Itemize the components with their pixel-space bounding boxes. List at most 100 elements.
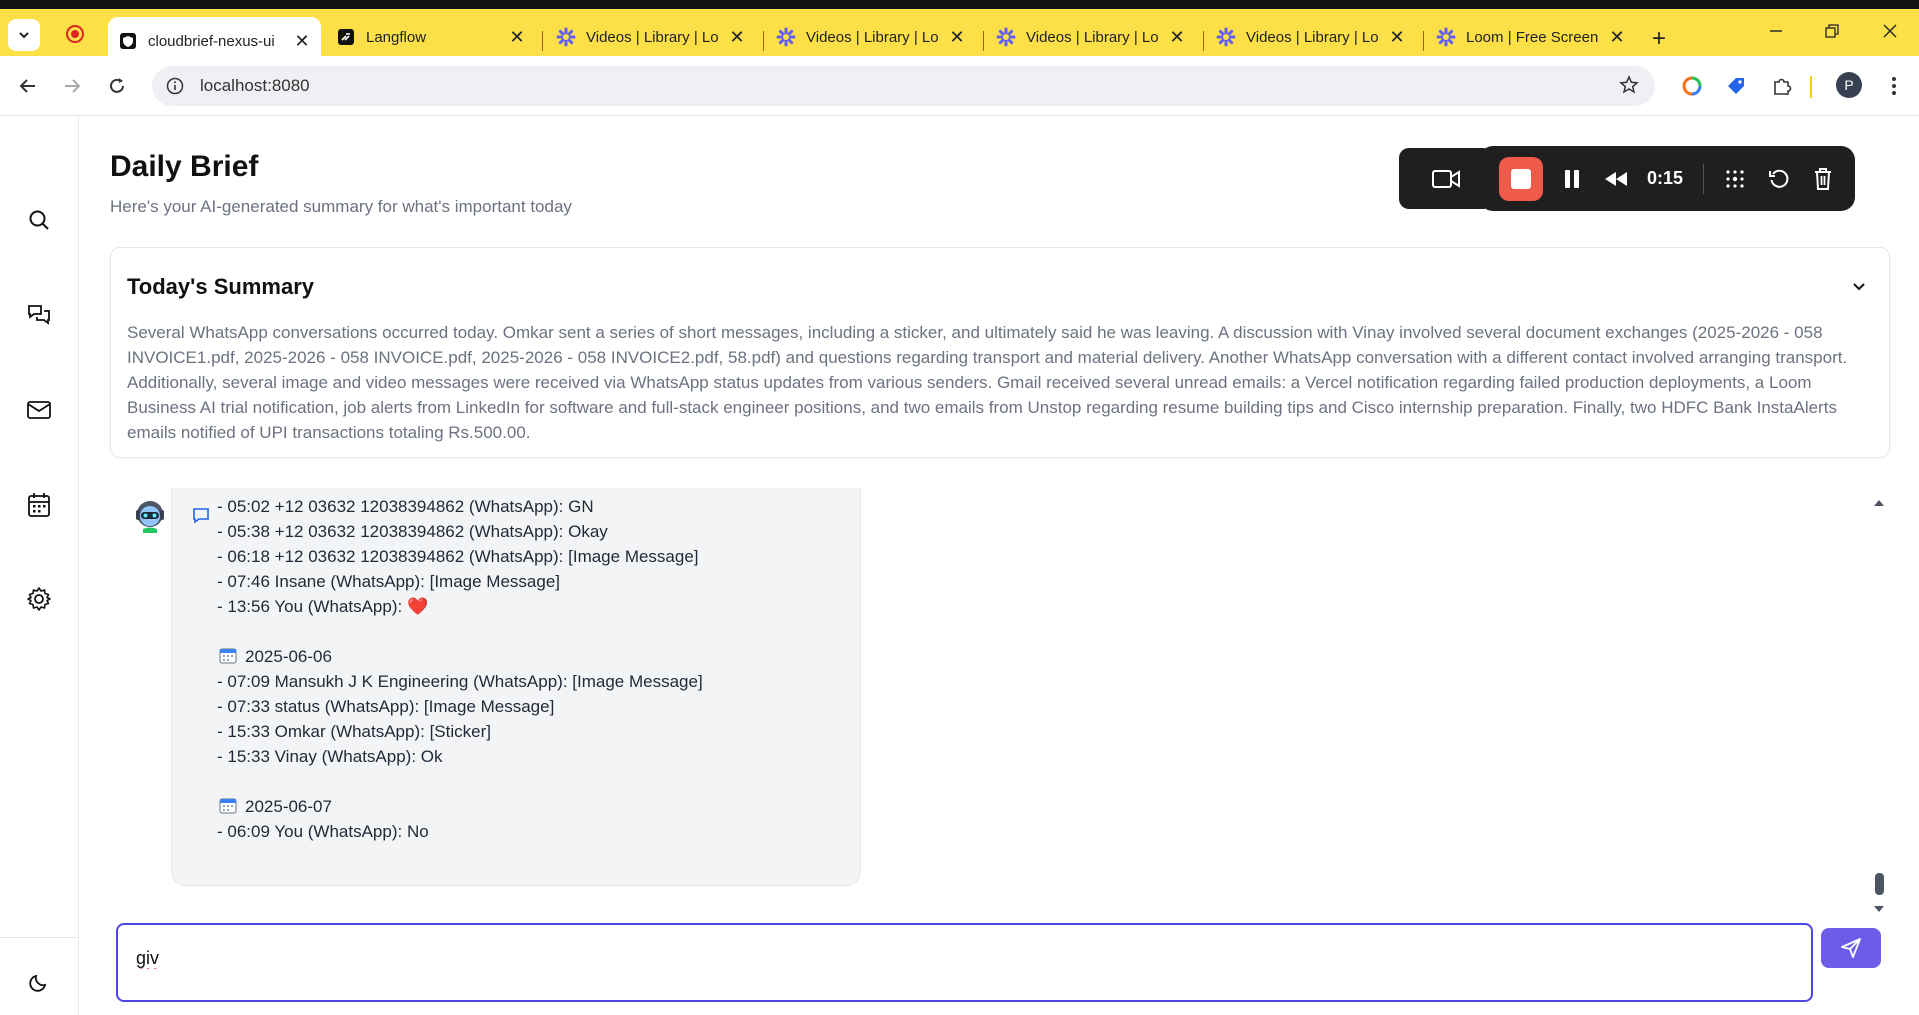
sidebar-chat-icon[interactable] <box>24 300 54 330</box>
assistant-message: - 05:02 +12 03632 12038394862 (WhatsApp)… <box>171 488 861 886</box>
close-icon[interactable]: ✕ <box>1168 27 1186 47</box>
tab-separator <box>1423 31 1424 51</box>
restart-button[interactable] <box>1764 164 1794 194</box>
scroll-down-arrow[interactable] <box>1872 902 1886 920</box>
loom-icon <box>776 27 796 47</box>
close-window-button[interactable] <box>1882 23 1898 44</box>
langflow-icon <box>336 27 356 47</box>
message-line: - 15:33 Vinay (WhatsApp): Ok <box>217 747 443 766</box>
sidebar-settings-gear-icon[interactable] <box>24 584 54 614</box>
message-line: - 06:18 +12 03632 12038394862 (WhatsApp)… <box>217 547 699 566</box>
rewind-icon <box>1605 171 1627 186</box>
message-line: - 05:02 +12 03632 12038394862 (WhatsApp)… <box>217 497 594 516</box>
tab-loom-3[interactable]: Videos | Library | Lo ✕ <box>986 17 1196 57</box>
pause-icon <box>1565 169 1579 188</box>
message-lines: - 05:02 +12 03632 12038394862 (WhatsApp)… <box>217 494 703 844</box>
scroll-up-arrow[interactable] <box>1872 494 1886 512</box>
chat-input[interactable] <box>136 943 1736 973</box>
restart-icon <box>1769 169 1789 188</box>
pause-button[interactable] <box>1557 164 1587 194</box>
message-line: - 05:38 +12 03632 12038394862 (WhatsApp)… <box>217 522 608 541</box>
send-button[interactable] <box>1821 928 1881 968</box>
tab-separator <box>1203 31 1204 51</box>
restore-button[interactable] <box>1824 23 1840 44</box>
recording-timer: 0:15 <box>1647 168 1684 188</box>
tab-separator <box>542 31 543 51</box>
close-icon[interactable]: ✕ <box>508 27 526 47</box>
reload-button[interactable] <box>103 72 131 100</box>
rewind-button[interactable] <box>1601 164 1631 194</box>
tab-langflow[interactable]: Langflow ✕ <box>326 17 536 57</box>
blur-button[interactable] <box>1720 164 1750 194</box>
toolbar-separator <box>1810 76 1812 98</box>
shield-icon <box>118 31 138 51</box>
close-icon[interactable]: ✕ <box>1388 27 1406 47</box>
loom-icon <box>1216 27 1236 47</box>
page-subtitle: Here's your AI-generated summary for wha… <box>110 197 572 216</box>
address-toolbar: localhost:8080 P <box>0 56 1919 116</box>
tab-loom-1[interactable]: Videos | Library | Lo ✕ <box>546 17 756 57</box>
restore-icon <box>1825 24 1839 38</box>
tab-title: Langflow <box>366 28 427 46</box>
date-heading: 2025-06-07 <box>217 794 703 819</box>
new-tab-button[interactable]: + <box>1652 27 1666 51</box>
tab-title: Videos | Library | Lo <box>1026 28 1159 46</box>
message-line: - 07:09 Mansukh J K Engineering (WhatsAp… <box>217 672 703 691</box>
bookmark-star-icon[interactable] <box>1619 75 1639 100</box>
app-sidebar <box>0 117 79 1015</box>
profile-avatar[interactable]: P <box>1836 72 1862 98</box>
tab-separator <box>983 31 984 51</box>
sidebar-mail-icon[interactable] <box>24 395 54 425</box>
tab-loom-2[interactable]: Videos | Library | Lo ✕ <box>766 17 976 57</box>
minimize-icon <box>1770 30 1782 32</box>
minimize-button[interactable] <box>1768 23 1784 44</box>
close-icon[interactable]: ✕ <box>1608 27 1626 47</box>
tab-search-button[interactable] <box>8 19 40 51</box>
close-icon[interactable]: ✕ <box>728 27 746 47</box>
sidebar-calendar-icon[interactable] <box>24 490 54 520</box>
reload-icon <box>110 78 124 93</box>
collapse-summary-button[interactable] <box>1851 278 1867 299</box>
tab-loom-5[interactable]: Loom | Free Screen ✕ <box>1426 17 1636 57</box>
url-text[interactable]: localhost:8080 <box>200 76 310 96</box>
arrow-right-icon <box>65 79 81 93</box>
calendar-emoji-icon <box>219 648 237 664</box>
tab-title: Videos | Library | Lo <box>586 28 719 46</box>
close-icon[interactable]: ✕ <box>293 31 311 51</box>
browser-tabbar: cloudbrief-nexus-ui ✕ Langflow ✕ Videos … <box>0 0 1919 65</box>
scrollbar-thumb[interactable] <box>1875 873 1884 895</box>
stop-recording-button[interactable] <box>1499 156 1543 201</box>
chevron-down-icon <box>19 32 29 39</box>
tab-title: Videos | Library | Lo <box>806 28 939 46</box>
date-heading: 2025-06-06 <box>217 644 703 669</box>
tag-extension-icon[interactable] <box>1724 74 1748 98</box>
tab-title: Videos | Library | Lo <box>1246 28 1379 46</box>
kebab-menu-icon[interactable] <box>1882 74 1906 98</box>
theme-toggle-moon-icon[interactable] <box>24 967 54 997</box>
color-extension-icon[interactable] <box>1680 74 1704 98</box>
message-line: - 06:09 You (WhatsApp): No <box>217 822 429 841</box>
date-text: 2025-06-07 <box>245 797 332 816</box>
address-bar[interactable]: localhost:8080 <box>152 66 1655 106</box>
summary-card: Today's Summary Several WhatsApp convers… <box>110 247 1890 458</box>
close-icon[interactable]: ✕ <box>948 27 966 47</box>
back-button[interactable] <box>14 72 42 100</box>
info-icon <box>166 77 184 95</box>
recording-controls: 0:15 <box>1479 146 1855 211</box>
date-text: 2025-06-06 <box>245 647 332 666</box>
loom-icon <box>556 27 576 47</box>
extensions-puzzle-icon[interactable] <box>1770 74 1794 98</box>
sidebar-search-icon[interactable] <box>24 205 54 235</box>
video-camera-icon <box>1432 169 1460 188</box>
message-line-text: - 13:56 You (WhatsApp): <box>217 597 407 616</box>
loom-icon <box>996 27 1016 47</box>
chevron-down-icon <box>1853 283 1865 291</box>
tab-loom-4[interactable]: Videos | Library | Lo ✕ <box>1206 17 1416 57</box>
summary-title: Today's Summary <box>127 274 314 299</box>
loom-icon <box>1436 27 1456 47</box>
delete-recording-button[interactable] <box>1808 164 1838 194</box>
forward-button[interactable] <box>58 72 86 100</box>
send-icon <box>1841 938 1861 958</box>
calendar-emoji-icon <box>219 798 237 814</box>
